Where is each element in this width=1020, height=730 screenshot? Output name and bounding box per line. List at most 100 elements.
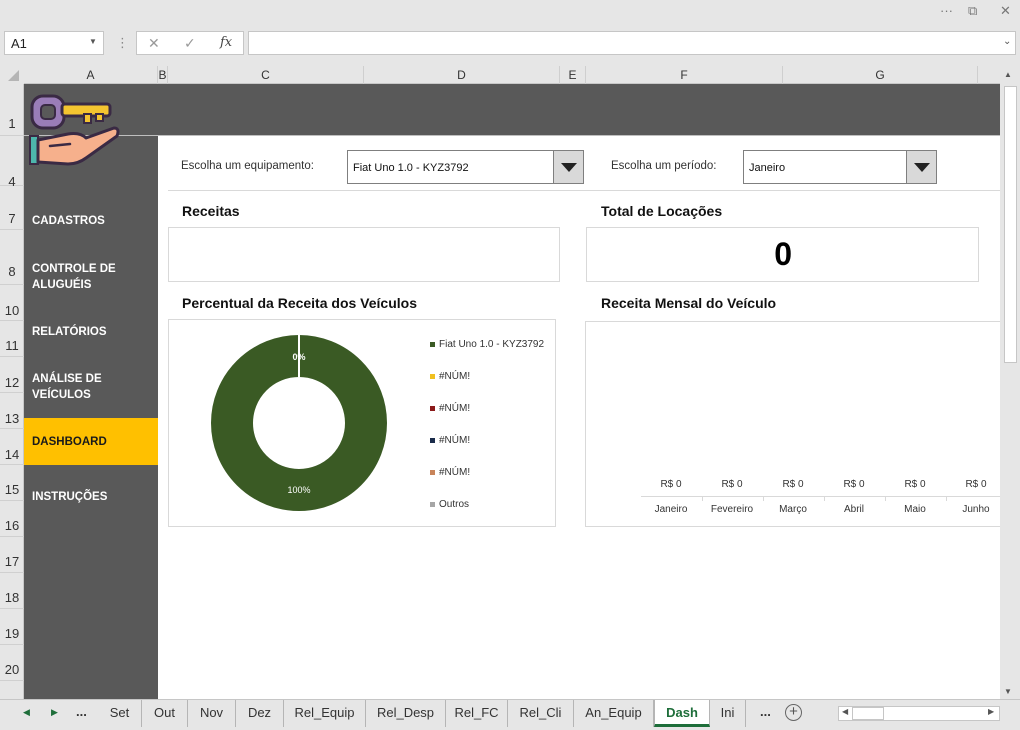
column-headers: A B C D E F G — [0, 66, 1020, 84]
scroll-left-icon[interactable]: ◀ — [842, 707, 848, 716]
tab-prev-icon[interactable]: ◀ — [23, 707, 30, 718]
insert-function-icon[interactable]: fx — [220, 35, 232, 50]
total-locacoes-title: Total de Locações — [601, 203, 723, 219]
tabs-overflow-left[interactable]: ... — [76, 704, 87, 719]
pie-chart-title: Percentual da Receita dos Veículos — [182, 295, 417, 311]
enter-icon[interactable]: ✓ — [184, 35, 196, 52]
legend-item: #NÚM! — [430, 403, 470, 414]
bar-data-label: R$ 0 — [782, 479, 804, 490]
bar-axis-tick — [885, 496, 886, 501]
bar-data-label: R$ 0 — [843, 479, 865, 490]
tab-dez[interactable]: Dez — [236, 700, 284, 727]
chevron-down-icon[interactable] — [906, 151, 936, 183]
formula-input[interactable] — [248, 31, 1016, 55]
bar-axis-tick — [824, 496, 825, 501]
tab-rel-desp[interactable]: Rel_Desp — [366, 700, 446, 727]
tab-set[interactable]: Set — [98, 700, 142, 727]
sidebar-item-analise-veiculos[interactable]: ANÁLISE DE VEÍCULOS — [24, 364, 124, 410]
row-header[interactable]: 4 — [0, 136, 24, 189]
donut-data-label: 0% — [292, 352, 305, 362]
column-header-e[interactable]: E — [560, 66, 586, 84]
legend-label: Outros — [439, 499, 470, 510]
row-header[interactable]: 20 — [0, 645, 24, 681]
row-header[interactable]: 14 — [0, 429, 24, 465]
tab-dash[interactable]: Dash — [654, 700, 710, 727]
bar-data-label: R$ 0 — [904, 479, 926, 490]
add-sheet-icon[interactable]: + — [785, 704, 802, 721]
legend-label: #NÚM! — [439, 403, 471, 414]
row-header[interactable]: 13 — [0, 393, 24, 429]
tab-ini[interactable]: Ini — [710, 700, 746, 727]
legend-item: #NÚM! — [430, 435, 470, 446]
legend-item: #NÚM! — [430, 371, 470, 382]
row-headers: 1 4 7 8 10 11 12 13 14 15 16 17 18 19 20 — [0, 84, 24, 699]
column-header-b[interactable]: B — [158, 66, 168, 84]
receitas-title: Receitas — [182, 203, 240, 219]
sidebar-item-dashboard[interactable]: DASHBOARD — [24, 418, 158, 465]
total-locacoes-value: 0 — [774, 236, 792, 272]
close-icon[interactable]: ✕ — [1000, 3, 1011, 19]
period-label: Escolha um período: — [611, 160, 717, 172]
equipment-label: Escolha um equipamento: — [181, 160, 314, 172]
column-header-g[interactable]: G — [783, 66, 978, 84]
tab-nov[interactable]: Nov — [188, 700, 236, 727]
legend-label: Fiat Uno 1.0 - KYZ3792 — [439, 339, 545, 350]
row-header[interactable]: 18 — [0, 573, 24, 609]
legend-swatch — [430, 502, 435, 507]
tab-rel-fc[interactable]: Rel_FC — [446, 700, 508, 727]
sidebar-item-label: ANÁLISE DE VEÍCULOS — [32, 373, 102, 401]
sidebar-item-instrucoes[interactable]: INSTRUÇÕES — [24, 476, 158, 518]
tab-next-icon[interactable]: ▶ — [51, 707, 58, 718]
row-header[interactable]: 17 — [0, 537, 24, 573]
column-header-d[interactable]: D — [364, 66, 560, 84]
equipment-select-value: Fiat Uno 1.0 - KYZ3792 — [353, 162, 469, 174]
chevron-down-icon[interactable] — [553, 151, 583, 183]
tab-rel-cli[interactable]: Rel_Cli — [508, 700, 574, 727]
vertical-scroll-thumb[interactable] — [1004, 86, 1017, 363]
sidebar-item-label: CONTROLE DE ALUGUÉIS — [32, 263, 116, 291]
legend-item: #NÚM! — [430, 467, 470, 478]
sidebar-item-label: INSTRUÇÕES — [32, 491, 108, 503]
restore-icon[interactable]: ⧉ — [968, 3, 977, 19]
row-header[interactable]: 12 — [0, 357, 24, 393]
tab-an-equip[interactable]: An_Equip — [574, 700, 654, 727]
scroll-down-icon[interactable]: ▼ — [1004, 687, 1012, 696]
sidebar-item-cadastros[interactable]: CADASTROS — [24, 200, 158, 242]
bar-chart-title: Receita Mensal do Veículo — [601, 295, 777, 311]
legend-item: Outros — [430, 499, 469, 510]
bar-category-label: Junho — [962, 504, 990, 515]
scroll-up-icon[interactable]: ▲ — [1004, 70, 1012, 79]
formula-tools: ✕ ✓ fx — [136, 31, 244, 55]
sidebar-item-relatorios[interactable]: RELATÓRIOS — [24, 312, 158, 352]
period-select[interactable]: Janeiro — [743, 150, 937, 184]
row-header[interactable]: 16 — [0, 501, 24, 537]
legend-item: Fiat Uno 1.0 - KYZ3792 — [430, 339, 544, 350]
expand-formula-icon[interactable]: ⌄ — [1003, 36, 1011, 47]
bar-category-label: Maio — [904, 504, 926, 515]
filter-divider — [168, 190, 1000, 191]
legend-swatch — [430, 438, 435, 443]
tabs-overflow-right[interactable]: ... — [760, 704, 771, 719]
row-header[interactable]: 8 — [0, 230, 24, 285]
column-header-c[interactable]: C — [168, 66, 364, 84]
more-options-icon[interactable]: ··· — [940, 3, 953, 18]
row-header[interactable]: 1 — [0, 84, 24, 136]
sidebar-item-controle-alugueis[interactable]: CONTROLE DE ALUGUÉIS — [24, 254, 134, 300]
cancel-icon[interactable]: ✕ — [148, 35, 160, 52]
equipment-select[interactable]: Fiat Uno 1.0 - KYZ3792 — [347, 150, 584, 184]
tab-out[interactable]: Out — [142, 700, 188, 727]
horizontal-scroll-thumb[interactable] — [852, 707, 884, 720]
bar-category-label: Janeiro — [654, 504, 688, 515]
row-header[interactable]: 11 — [0, 321, 24, 357]
column-header-f[interactable]: F — [586, 66, 783, 84]
tab-rel-equip[interactable]: Rel_Equip — [284, 700, 366, 727]
name-box-dropdown-icon[interactable]: ▼ — [89, 37, 97, 46]
scroll-right-icon[interactable]: ▶ — [988, 707, 994, 716]
bar-data-label: R$ 0 — [721, 479, 743, 490]
column-header-a[interactable]: A — [24, 66, 158, 84]
bar-axis-tick — [763, 496, 764, 501]
row-header[interactable]: 15 — [0, 465, 24, 501]
row-header[interactable]: 19 — [0, 609, 24, 645]
row-header[interactable]: 7 — [0, 186, 24, 230]
row-header[interactable]: 10 — [0, 285, 24, 321]
